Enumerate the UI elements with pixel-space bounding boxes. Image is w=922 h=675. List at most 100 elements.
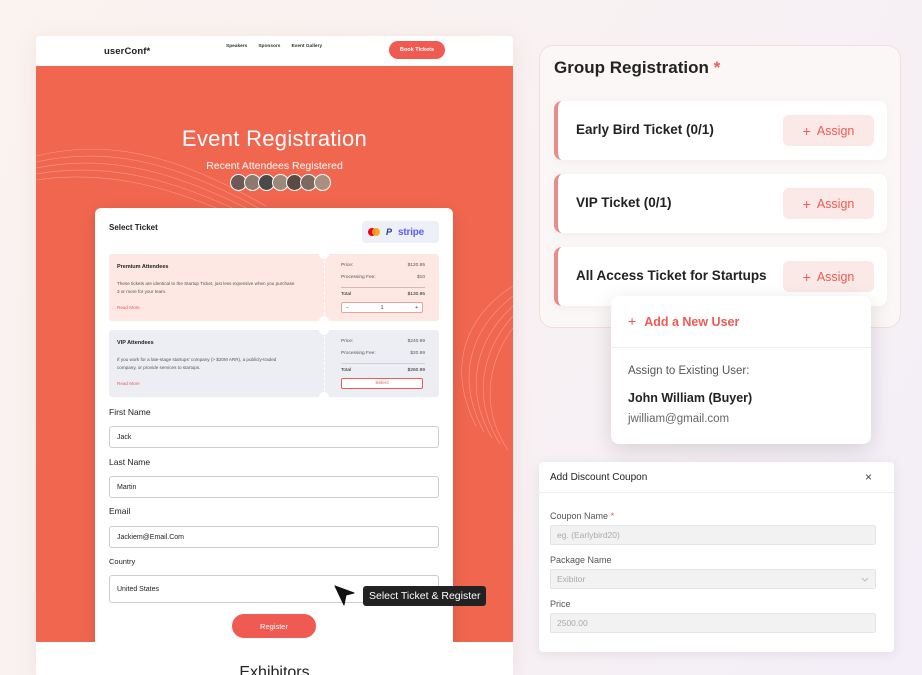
group-ticket-vip: VIP Ticket (0/1) + Assign: [554, 174, 887, 233]
cursor-icon: [334, 585, 355, 606]
email-label: Email: [109, 506, 131, 516]
discount-coupon-dialog: Add Discount Coupon × Coupon Name * eg. …: [539, 462, 894, 652]
ticket-name: Premium Attendees: [117, 264, 169, 270]
price-value: $240.99: [407, 339, 425, 344]
attendee-avatars: [230, 174, 331, 191]
plus-icon: +: [802, 122, 811, 139]
chevron-down-icon: [861, 577, 869, 582]
total-label: Total: [341, 368, 352, 373]
price-label: Price: [550, 599, 571, 609]
last-name-label: Last Name: [109, 457, 151, 467]
ticket-divider: [324, 260, 325, 315]
register-button[interactable]: Register: [232, 614, 316, 638]
assign-dropdown: + Add a New User Assign to Existing User:…: [611, 296, 871, 444]
assign-label: Assign: [816, 269, 855, 284]
price-row: Price: $120.95: [341, 263, 425, 268]
price-row: Price: $240.99: [341, 339, 425, 344]
nav-event-gallery[interactable]: Event Gallery: [291, 44, 322, 49]
total-row: Total $260.99: [341, 368, 425, 373]
book-tickets-button[interactable]: Book Tickets: [389, 41, 445, 59]
divider: [611, 347, 871, 348]
ticket-notch: [319, 249, 329, 259]
ticket-premium[interactable]: Premium Attendees These tickets are iden…: [109, 249, 439, 326]
group-ticket-early-bird: Early Bird Ticket (0/1) + Assign: [554, 101, 887, 160]
existing-user-name[interactable]: John William (Buyer): [628, 391, 752, 405]
ticket-notch: [319, 392, 329, 402]
payment-methods: P stripe: [362, 221, 439, 243]
group-registration-title: Group Registration *: [554, 58, 720, 78]
site-nav: userConf* Speakers Sponsors Event Galler…: [36, 36, 513, 66]
price-label: Price:: [341, 263, 354, 268]
required-star: *: [610, 511, 615, 521]
fee-label: Processing Fee:: [341, 275, 376, 280]
group-registration-panel: Group Registration * Early Bird Ticket (…: [539, 45, 901, 328]
country-value: United States: [117, 585, 160, 593]
quantity-stepper: − 1 +: [341, 302, 423, 313]
dialog-title: Add Discount Coupon: [550, 472, 648, 483]
nav-sponsors[interactable]: Sponsors: [258, 44, 280, 49]
dialog-header: Add Discount Coupon ×: [539, 462, 894, 493]
avatar: [314, 174, 331, 191]
coupon-name-input[interactable]: eg. (Earlybird20): [550, 525, 876, 545]
canvas: userConf* Speakers Sponsors Event Galler…: [0, 0, 922, 675]
assign-button[interactable]: + Assign: [783, 115, 874, 146]
close-icon[interactable]: ×: [865, 470, 872, 484]
exhibitors-section: Exhibitors: [36, 642, 513, 675]
tooltip: Select Ticket & Register: [363, 586, 487, 606]
mastercard-icon: [368, 228, 380, 236]
first-name-label: First Name: [109, 407, 151, 417]
ticket-description: If you work for a late-stage startups' c…: [117, 357, 277, 370]
read-more-link[interactable]: Read More: [117, 381, 140, 386]
add-new-user-option[interactable]: + Add a New User: [628, 313, 739, 329]
price-label: Price:: [341, 339, 354, 344]
event-website: userConf* Speakers Sponsors Event Galler…: [36, 36, 513, 675]
package-name-select[interactable]: Exibitor: [550, 569, 876, 589]
existing-user-email[interactable]: jwilliam@gmail.com: [628, 413, 729, 425]
ticket-vip[interactable]: VIP Attendees If you work for a late-sta…: [109, 325, 439, 402]
fee-row: Processing Fee: $20.99: [341, 351, 425, 356]
paypal-icon: P: [386, 227, 393, 237]
total-label: Total: [341, 292, 352, 297]
total-value: $260.99: [407, 368, 425, 373]
label-text: Coupon Name: [550, 511, 609, 521]
coupon-name-label: Coupon Name *: [550, 511, 614, 521]
price-input[interactable]: 2500.00: [550, 613, 876, 633]
divider-line: [341, 363, 425, 364]
assign-button[interactable]: + Assign: [783, 188, 874, 219]
decrement-button[interactable]: −: [346, 305, 349, 311]
add-user-label: Add a New User: [644, 315, 740, 329]
total-row: Total $130.95: [341, 292, 425, 297]
assign-button[interactable]: + Assign: [783, 261, 874, 292]
ticket-name: All Access Ticket for Startups: [576, 268, 767, 283]
required-star: *: [713, 58, 721, 77]
country-label: Country: [109, 557, 136, 566]
registration-card: Select Ticket P stripe Premium Attendees…: [95, 208, 453, 642]
assign-label: Assign: [816, 196, 855, 211]
plus-icon: +: [628, 313, 637, 329]
quantity-value[interactable]: 1: [381, 305, 384, 311]
ticket-description: These tickets are identical to the Start…: [117, 281, 295, 294]
ticket-notch: [319, 325, 329, 335]
plus-icon: +: [802, 268, 811, 285]
site-logo[interactable]: userConf*: [104, 46, 150, 57]
last-name-field[interactable]: Martin: [109, 476, 439, 498]
stripe-logo: stripe: [398, 226, 425, 238]
fee-value: $10: [416, 275, 425, 280]
hero-subtitle: Recent Attendees Registered: [206, 160, 343, 172]
fee-value: $20.99: [410, 351, 425, 356]
nav-speakers[interactable]: Speakers: [226, 44, 247, 49]
increment-button[interactable]: +: [415, 305, 418, 311]
total-value: $130.95: [407, 292, 425, 297]
first-name-field[interactable]: Jack: [109, 426, 439, 448]
price-value: $120.95: [407, 263, 425, 268]
divider-line: [341, 287, 425, 288]
existing-user-label: Assign to Existing User:: [628, 365, 750, 377]
fee-label: Processing Fee:: [341, 351, 376, 356]
hero-section: Event Registration Recent Attendees Regi…: [36, 66, 513, 642]
email-field[interactable]: Jackiem@Email.Com: [109, 526, 439, 548]
read-more-link[interactable]: Read More: [117, 305, 140, 310]
title-text: Group Registration: [554, 58, 709, 77]
select-ticket-button[interactable]: Select: [341, 378, 423, 389]
ticket-name: VIP Ticket (0/1): [576, 195, 672, 210]
assign-label: Assign: [816, 123, 855, 138]
